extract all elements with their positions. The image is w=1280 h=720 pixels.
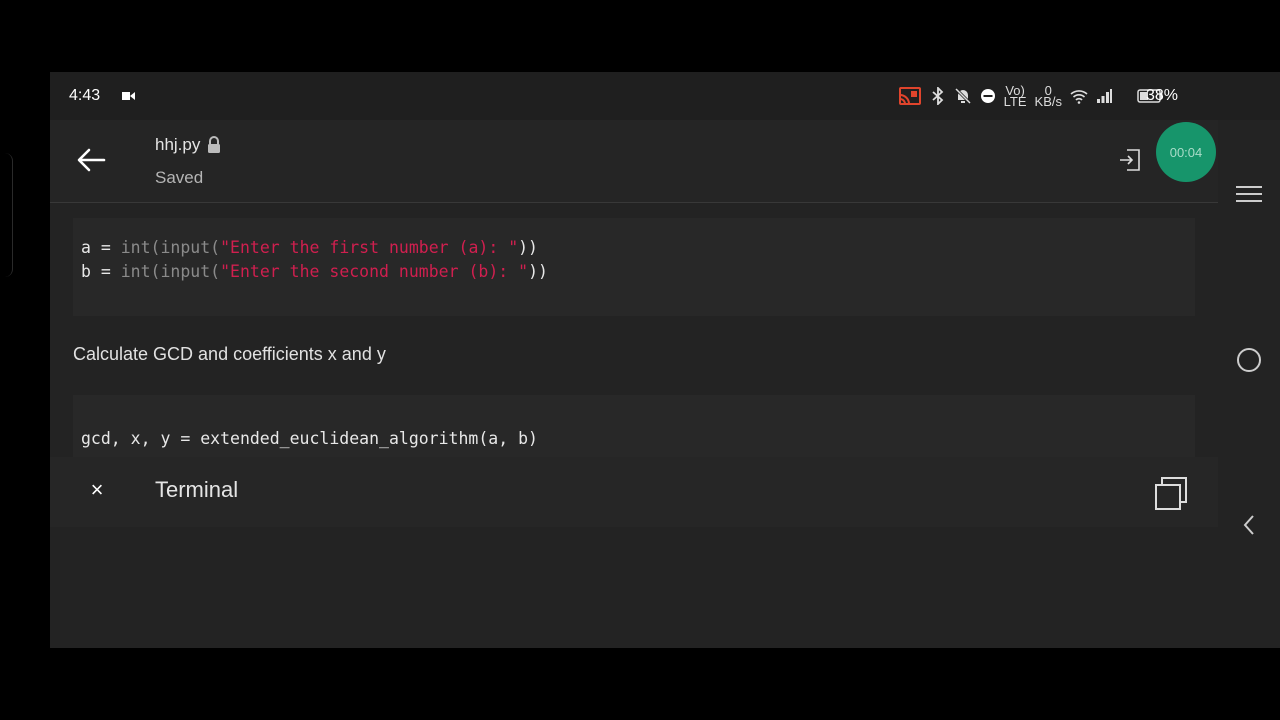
code-input: input(	[160, 262, 221, 281]
status-icons: Vo) LTE 0 KB/s	[898, 84, 1180, 109]
bluetooth-icon	[930, 85, 946, 107]
terminal-title: Terminal	[155, 477, 239, 502]
code-int: int(	[120, 262, 161, 281]
code-int: int(	[120, 238, 161, 257]
code-line: b = int(input("Enter the second number (…	[81, 262, 548, 281]
code-string: "Enter the second number (b): "	[220, 262, 529, 281]
terminal-header: × Terminal	[50, 457, 1218, 527]
code-input: input(	[160, 238, 221, 257]
back-arrow-icon[interactable]	[76, 147, 106, 173]
code-cell[interactable]: gcd, x, y = extended_euclidean_algorithm…	[73, 395, 1195, 457]
status-bar: 4:43 Vo) LTE 0 KB/s 38%	[50, 72, 1280, 120]
recording-timer[interactable]: 00:04	[1156, 122, 1216, 182]
code-close: ))	[518, 238, 538, 257]
device-screen: 4:43 Vo) LTE 0 KB/s 38% hhj.py Saved 00:…	[50, 72, 1280, 648]
home-circle-icon[interactable]	[1235, 346, 1263, 374]
lock-icon	[208, 136, 221, 153]
side-navigation	[1218, 120, 1280, 648]
code-close: ))	[528, 262, 548, 281]
markdown-cell[interactable]: Calculate GCD and coefficients x and y	[73, 344, 386, 365]
status-time: 4:43	[69, 87, 101, 104]
battery-percent: 38%	[1145, 87, 1178, 104]
screen-cast-icon	[898, 85, 922, 107]
do-not-disturb-icon	[980, 85, 996, 107]
close-icon[interactable]: ×	[86, 479, 108, 501]
code-line: gcd, x, y = extended_euclidean_algorithm…	[81, 429, 538, 448]
menu-icon[interactable]	[1235, 180, 1263, 208]
app-bar: hhj.py Saved	[50, 120, 1218, 203]
code-string: "Enter the first number (a): "	[220, 238, 519, 257]
mute-bell-icon	[954, 85, 972, 107]
volte-icon: Vo) LTE	[1003, 84, 1027, 109]
file-title: hhj.py	[155, 135, 222, 155]
terminal-output[interactable]	[50, 527, 1218, 648]
signal-icon	[1096, 85, 1112, 107]
code-assign: a =	[81, 238, 121, 257]
network-speed: 0 KB/s	[1034, 84, 1062, 109]
file-name: hhj.py	[155, 135, 201, 154]
code-line: a = int(input("Enter the first number (a…	[81, 238, 538, 257]
chevron-left-icon[interactable]	[1235, 511, 1263, 539]
notebook-content: a = int(input("Enter the first number (a…	[50, 203, 1218, 457]
copy-icon[interactable]	[1153, 476, 1189, 512]
side-edge-handle	[0, 153, 13, 277]
lte-label: LTE	[1003, 94, 1027, 109]
video-camera-icon	[122, 92, 135, 100]
wifi-icon	[1070, 85, 1088, 107]
exit-icon[interactable]	[1119, 148, 1141, 172]
save-status: Saved	[155, 168, 204, 187]
code-assign: b =	[81, 262, 121, 281]
network-speed-unit: KB/s	[1034, 94, 1062, 109]
code-cell[interactable]: a = int(input("Enter the first number (a…	[73, 218, 1195, 316]
